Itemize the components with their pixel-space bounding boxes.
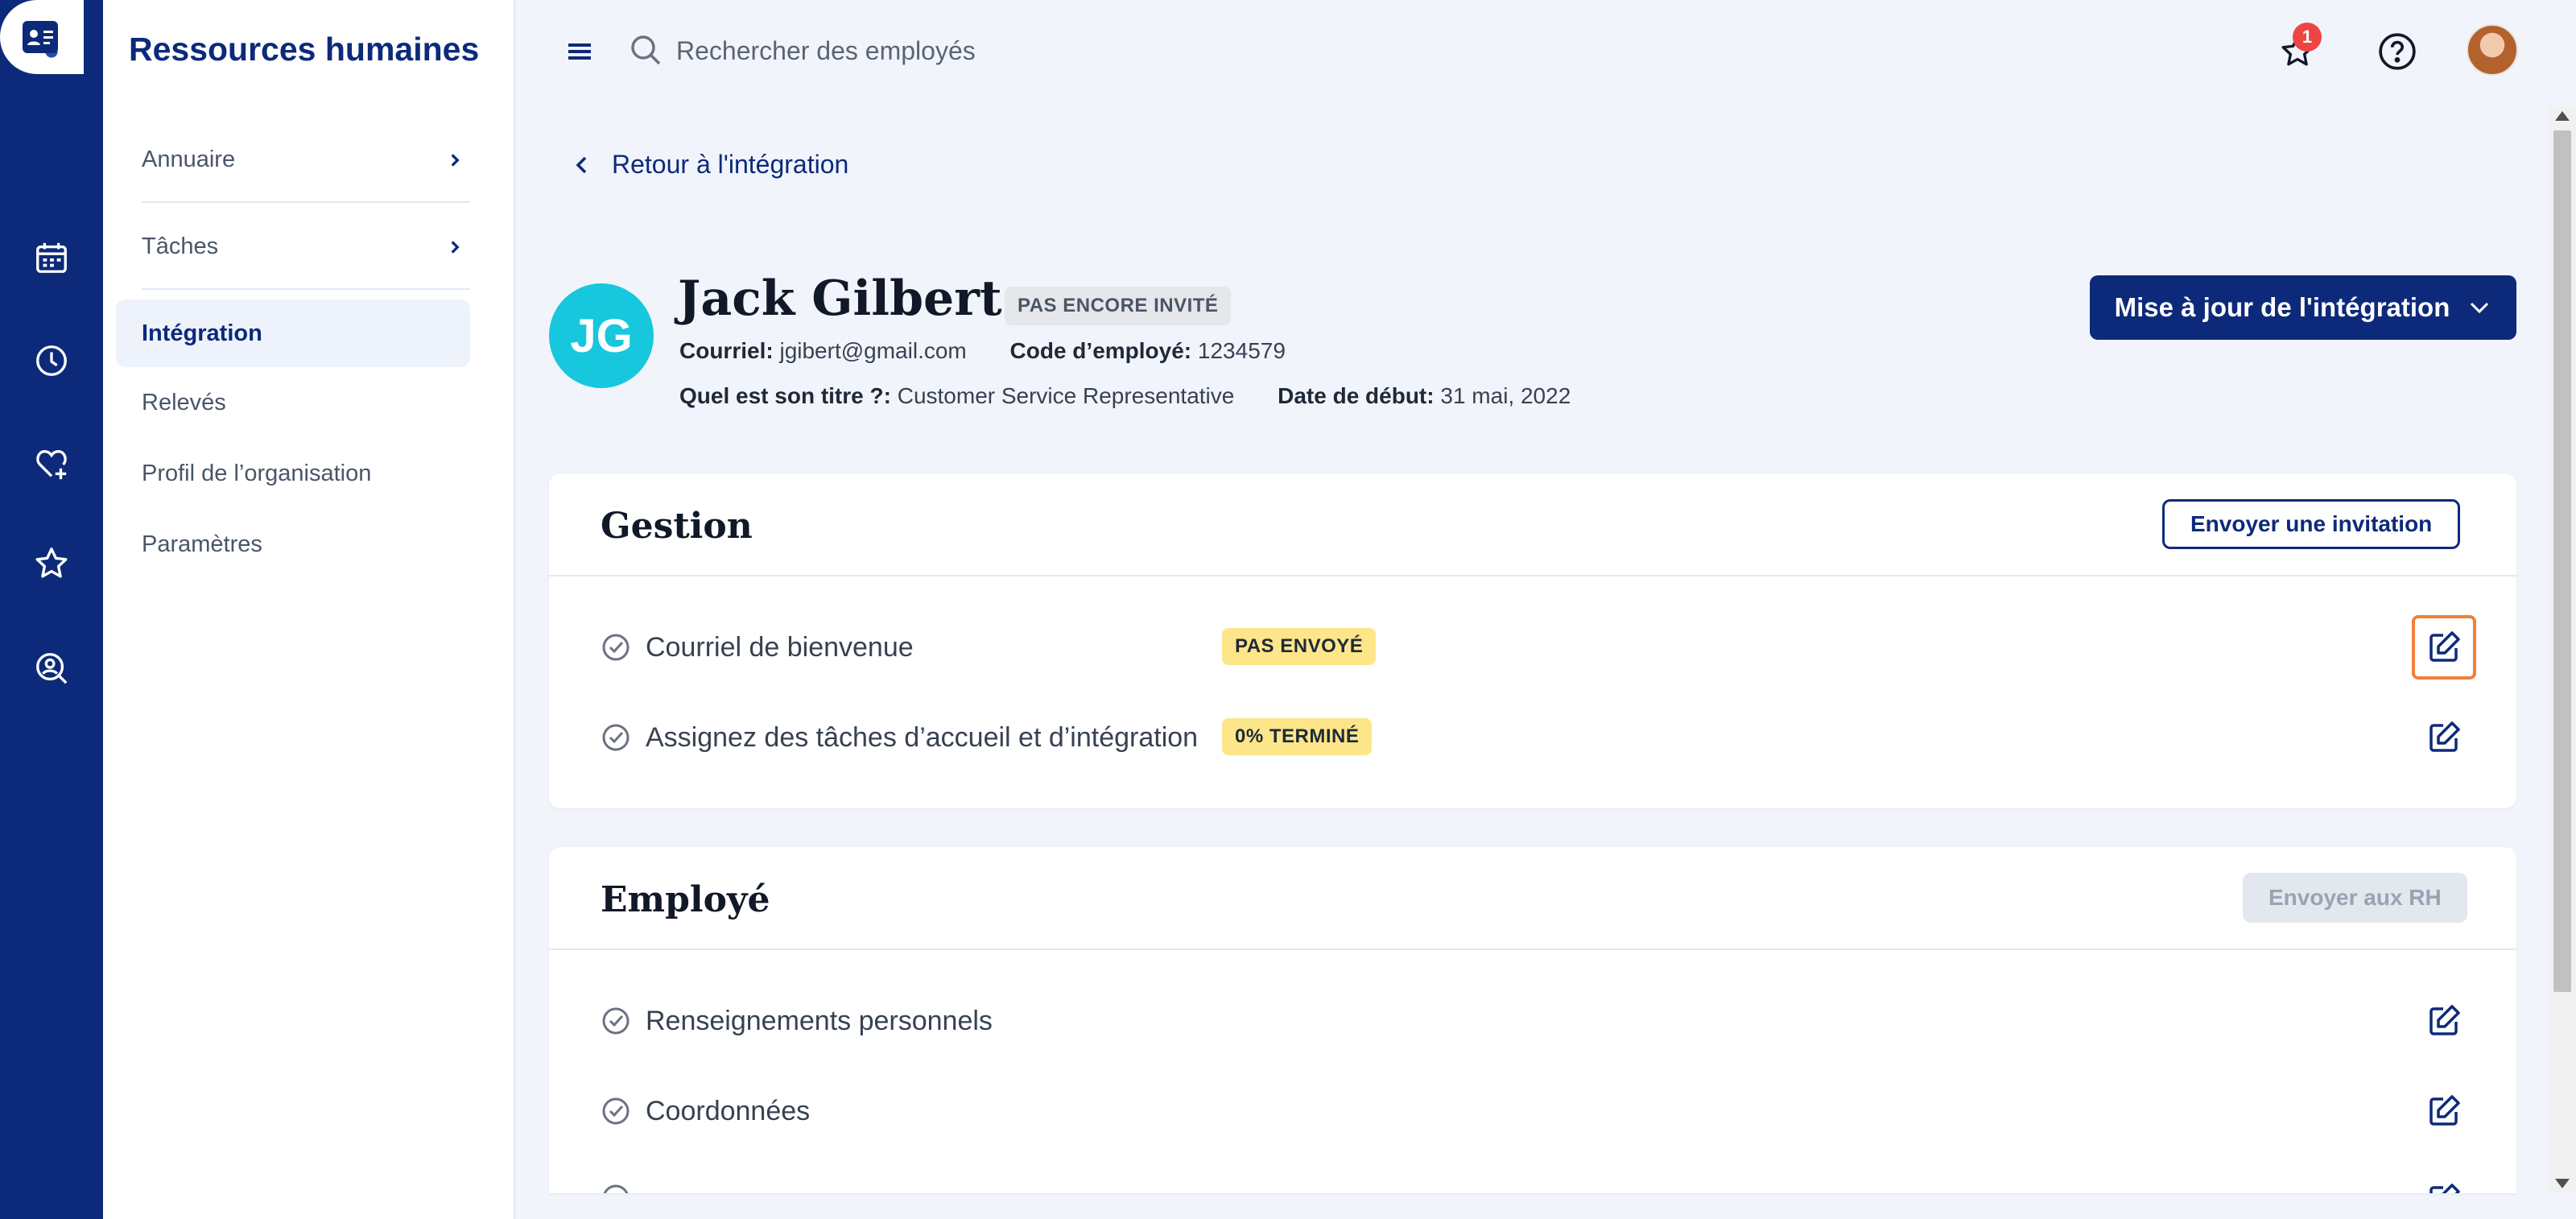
chevron-left-icon — [576, 156, 587, 173]
sidebar-item-label: Profil de l’organisation — [142, 460, 372, 486]
employee-job-title: Customer Service Representative — [897, 383, 1235, 408]
sidebar-item-taches[interactable]: Tâches — [116, 213, 470, 280]
clock-icon[interactable] — [0, 319, 103, 403]
employee-email: jgibert@gmail.com — [779, 338, 967, 363]
scroll-down-arrow[interactable] — [2555, 1179, 2570, 1188]
notification-badge: 1 — [2293, 23, 2322, 52]
sidebar-item-profil-organisation[interactable]: Profil de l’organisation — [116, 440, 470, 507]
scrollbar[interactable] — [2549, 106, 2576, 1193]
gestion-title: Gestion — [601, 506, 753, 547]
chevron-right-icon — [446, 143, 470, 176]
gestion-card: Gestion Envoyer une invitation Courriel … — [549, 473, 2516, 808]
employee-name: Jack Gilbert — [678, 271, 1002, 327]
check-circle-icon — [602, 724, 630, 751]
update-onboarding-label: Mise à jour de l'intégration — [2114, 292, 2450, 322]
status-badge: 0% TERMINÉ — [1222, 718, 1373, 755]
employee-meta-row-1: Courriel: jgibert@gmail.com Code d’emplo… — [679, 338, 1286, 364]
menu-icon[interactable] — [564, 35, 596, 68]
sidebar-item-integration[interactable]: Intégration — [116, 300, 470, 367]
sidebar-item-label: Intégration — [142, 320, 262, 346]
sidebar-item-parametres[interactable]: Paramètres — [116, 510, 470, 578]
edit-icon — [2429, 1005, 2460, 1035]
sidebar-item-annuaire[interactable]: Annuaire — [116, 126, 470, 193]
sidebar-divider — [142, 201, 470, 203]
employe-row-personal-info: Renseignements personnels — [601, 997, 993, 1045]
row-label: Courriel de bienvenue — [646, 631, 914, 663]
person-search-icon[interactable] — [0, 626, 103, 710]
check-circle-icon — [602, 1097, 630, 1125]
card-divider — [549, 948, 2516, 950]
row-label: Assignez des tâches d’accueil et d’intég… — [646, 721, 1199, 753]
top-bar — [515, 0, 2576, 103]
star-icon[interactable] — [0, 522, 103, 605]
user-avatar[interactable] — [2467, 24, 2518, 76]
send-invitation-button[interactable]: Envoyer une invitation — [2162, 499, 2461, 549]
search-input[interactable] — [676, 27, 1320, 74]
search-icon — [628, 32, 663, 68]
email-label: Courriel: — [679, 338, 774, 363]
row-label: Coordonnées — [646, 1095, 811, 1126]
status-badge: PAS ENVOYÉ — [1222, 628, 1377, 665]
directory-card-icon — [23, 21, 58, 53]
gestion-row-assign-tasks: Assignez des tâches d’accueil et d’intég… — [601, 713, 1198, 762]
sidebar-divider — [142, 288, 470, 290]
employe-row-partial — [601, 1174, 646, 1193]
back-link[interactable]: Retour à l'intégration — [570, 150, 848, 180]
sidebar-item-label: Paramètres — [142, 531, 262, 557]
sidebar-item-label: Relevés — [142, 389, 226, 415]
edit-welcome-email-button[interactable] — [2412, 615, 2476, 680]
edit-personal-info-button[interactable] — [2412, 989, 2476, 1053]
edit-icon — [2429, 1184, 2460, 1193]
start-date-label: Date de début: — [1278, 383, 1435, 408]
gestion-row-welcome-email: Courriel de bienvenue — [601, 623, 914, 671]
heart-plus-icon[interactable] — [0, 422, 103, 506]
back-link-label: Retour à l'intégration — [612, 150, 849, 179]
employee-code-label: Code d’employé: — [1009, 338, 1192, 363]
check-circle-icon — [602, 1007, 630, 1035]
update-onboarding-button[interactable]: Mise à jour de l'intégration — [2090, 275, 2516, 340]
app-title: Ressources humaines — [129, 31, 480, 68]
employee-start-date: 31 mai, 2022 — [1440, 383, 1571, 408]
employe-row-contact-info: Coordonnées — [601, 1087, 810, 1135]
edit-partial-row-button[interactable] — [2412, 1167, 2476, 1193]
employe-title: Employé — [601, 879, 770, 920]
sidebar: Ressources humaines Annuaire Tâches Inté… — [103, 0, 515, 1219]
edit-icon — [2429, 1095, 2460, 1126]
calendar-icon[interactable] — [0, 216, 103, 300]
employee-meta-row-2: Quel est son titre ?: Customer Service R… — [679, 383, 1571, 409]
edit-contact-info-button[interactable] — [2412, 1079, 2476, 1143]
scroll-thumb[interactable] — [2553, 130, 2571, 992]
edit-icon — [2429, 631, 2460, 662]
card-divider — [549, 575, 2516, 576]
row-label: Renseignements personnels — [646, 1005, 993, 1036]
app-rail — [0, 0, 103, 1219]
job-title-label: Quel est son titre ?: — [679, 383, 891, 408]
edit-assign-tasks-button[interactable] — [2412, 705, 2476, 770]
check-circle-icon — [602, 634, 630, 661]
edit-icon — [2429, 721, 2460, 752]
sidebar-item-label: Tâches — [142, 233, 219, 259]
check-circle-icon — [603, 1184, 629, 1193]
employee-code: 1234579 — [1197, 338, 1286, 363]
employe-card: Employé Envoyer aux RH Renseignements pe… — [549, 847, 2516, 1193]
employee-avatar: JG — [549, 283, 654, 388]
sidebar-item-label: Annuaire — [142, 146, 236, 172]
chevron-right-icon — [446, 229, 470, 263]
sidebar-item-releves[interactable]: Relevés — [116, 369, 470, 436]
send-to-hr-button[interactable]: Envoyer aux RH — [2243, 873, 2467, 923]
scroll-up-arrow[interactable] — [2555, 111, 2570, 121]
help-icon[interactable] — [2373, 27, 2421, 76]
status-badge: PAS ENCORE INVITÉ — [1005, 287, 1232, 325]
chevron-down-icon — [2471, 302, 2489, 314]
